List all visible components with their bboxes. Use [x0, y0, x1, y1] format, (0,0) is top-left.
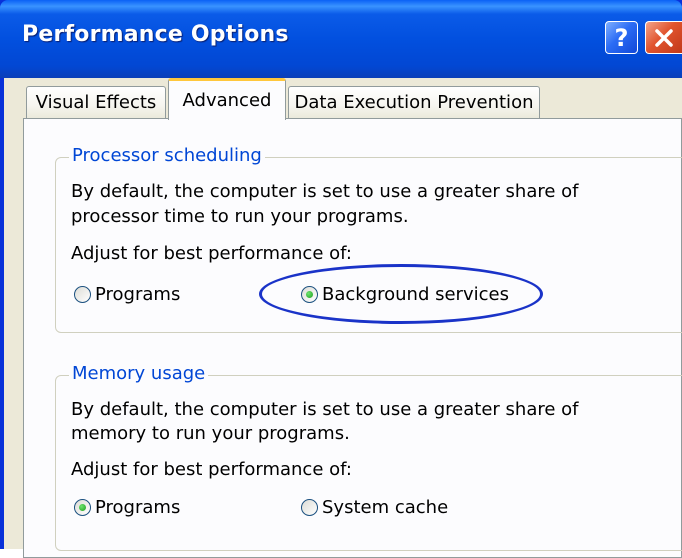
memory-usage-legend: Memory usage: [69, 363, 209, 384]
processor-radio-programs[interactable]: Programs: [74, 284, 180, 305]
radio-label: System cache: [322, 497, 449, 518]
tab-label: Visual Effects: [35, 92, 157, 113]
memory-radio-system-cache[interactable]: System cache: [301, 497, 448, 518]
radio-circle[interactable]: [74, 286, 91, 303]
processor-radio-background-services[interactable]: Background services: [301, 284, 509, 305]
tab-visual-effects[interactable]: Visual Effects: [26, 86, 166, 118]
memory-adjust-label: Adjust for best performance of:: [71, 459, 352, 480]
radio-circle[interactable]: [74, 499, 91, 516]
radio-selected-dot: [306, 291, 313, 298]
memory-description-line2: memory to run your programs.: [71, 423, 350, 444]
radio-selected-dot: [79, 504, 86, 511]
processor-scheduling-legend: Processor scheduling: [69, 145, 265, 166]
tab-data-execution-prevention[interactable]: Data Execution Prevention: [288, 86, 540, 118]
title-bar[interactable]: Performance Options ?: [0, 0, 682, 78]
radio-label: Programs: [95, 284, 181, 305]
radio-label: Programs: [95, 497, 181, 518]
tab-label: Data Execution Prevention: [294, 92, 534, 113]
help-icon: ?: [614, 23, 629, 52]
processor-description-line2: processor time to run your programs.: [71, 206, 409, 227]
processor-adjust-label: Adjust for best performance of:: [71, 243, 352, 264]
processor-description-line1: By default, the computer is set to use a…: [71, 181, 579, 202]
memory-description-line1: By default, the computer is set to use a…: [71, 399, 579, 420]
tab-advanced[interactable]: Advanced: [168, 78, 286, 120]
help-button[interactable]: ?: [605, 21, 638, 54]
memory-radio-programs[interactable]: Programs: [74, 497, 180, 518]
radio-circle[interactable]: [301, 286, 318, 303]
window-title: Performance Options: [22, 22, 289, 47]
radio-label: Background services: [322, 284, 509, 305]
close-button[interactable]: [645, 21, 682, 54]
tab-label: Advanced: [182, 90, 272, 111]
radio-circle[interactable]: [301, 499, 318, 516]
close-icon: [655, 28, 673, 47]
